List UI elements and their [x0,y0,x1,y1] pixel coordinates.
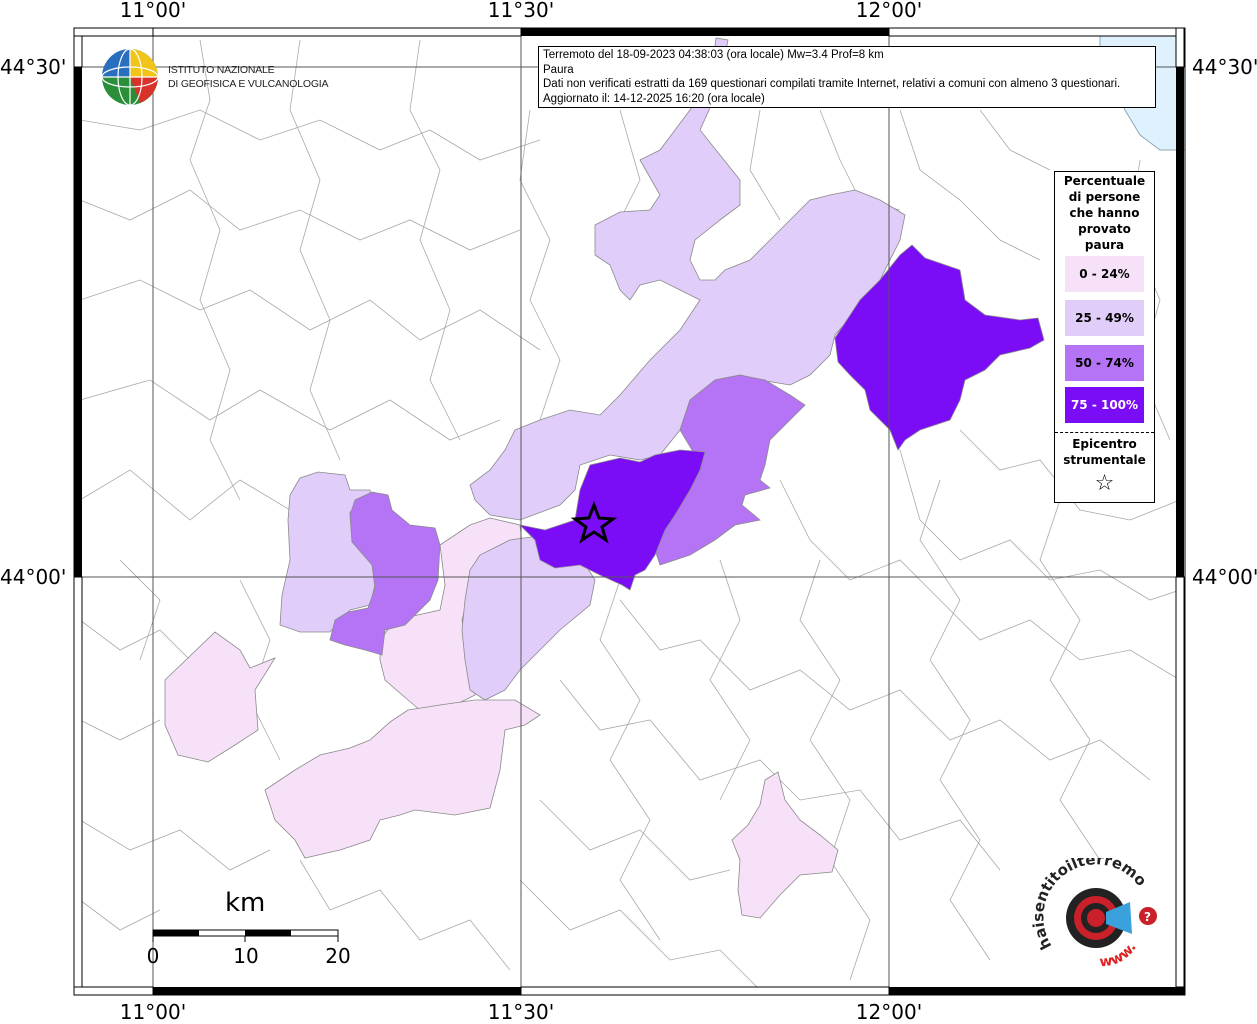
lat-label-left-4400: 44°00' [0,565,67,589]
legend-class-25-49: 25 - 49% [1065,300,1144,336]
lon-label-bottom-1130: 11°30' [487,1000,555,1024]
legend-separator [1055,432,1154,433]
logo-line-2: DI GEOFISICA E VULCANOLOGIA [168,78,329,90]
legend-class-0-24: 0 - 24% [1065,256,1144,292]
legend-title-line: provato [1078,222,1131,236]
lon-label-top-1200: 12°00' [855,0,923,22]
scale-tick-10: 10 [233,944,259,968]
legend-class-50-74: 50 - 74% [1065,345,1144,381]
update-timestamp: Aggiornato il: 14-12-2025 16:20 (ora loc… [543,92,765,105]
logo-line-1: ISTITUTO NAZIONALE [168,64,275,76]
lon-label-bottom-1200: 12°00' [855,1000,923,1024]
svg-text:?: ? [1144,910,1151,924]
haisentito-logo[interactable]: haisentitoilterremoto.it www. ? [1030,858,1170,978]
event-info-box: Terremoto del 18-09-2023 04:38:03 (ora l… [538,46,1156,108]
scale-tick-0: 0 [146,944,160,968]
scale-unit-label: km [225,888,266,918]
legend-class-75-100: 75 - 100% [1065,387,1144,423]
event-title: Terremoto del 18-09-2023 04:38:03 (ora l… [543,49,884,61]
legend: Percentuale di persone che hanno provato… [1054,171,1155,503]
lon-label-bottom-1100: 11°00' [119,1000,187,1024]
legend-epicenter-label: Epicentro strumentale [1055,436,1154,468]
legend-title-line: di persone [1068,190,1141,204]
map-parameter: Paura [543,63,574,76]
lat-label-right-4430: 44°30' [1192,55,1257,79]
legend-epicenter-line-2: strumentale [1063,453,1146,467]
legend-title-line: paura [1084,238,1125,252]
data-disclaimer: Dati non verificati estratti da 169 ques… [543,78,1121,90]
lat-label-right-4400: 44°00' [1192,565,1257,589]
lon-label-top-1130: 11°30' [487,0,555,22]
legend-title-line: che hanno [1069,206,1140,220]
legend-epicenter-line-1: Epicentro [1072,437,1137,451]
lat-label-left-4430: 44°30' [0,55,67,79]
legend-title-line: Percentuale [1063,174,1146,188]
scale-tick-20: 20 [325,944,351,968]
legend-title: Percentuale di persone che hanno provato… [1055,172,1154,253]
legend-star-icon: ☆ [1094,471,1115,496]
lon-label-top-1100: 11°00' [119,0,187,22]
ingv-logo-text: ISTITUTO NAZIONALE DI GEOFISICA E VULCAN… [168,63,329,91]
